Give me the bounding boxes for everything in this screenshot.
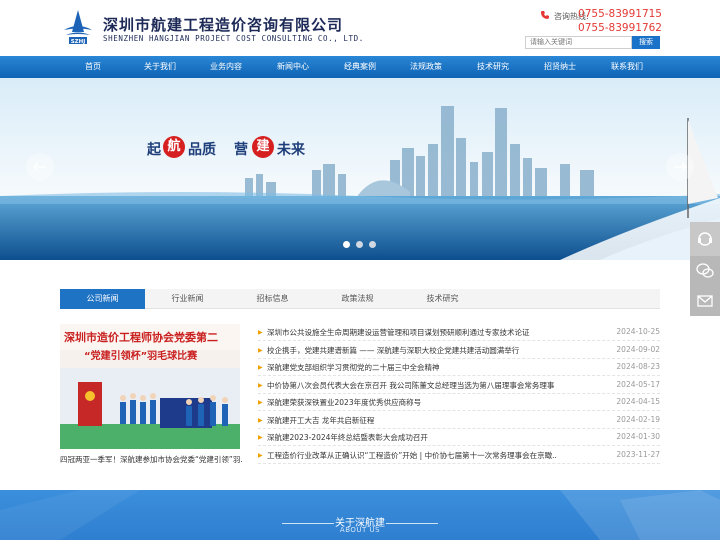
slogan-text-4: 未来 bbox=[277, 142, 305, 158]
news-title[interactable]: 深航建党支部组织学习贯彻党的二十届三中全会精神 bbox=[267, 362, 557, 373]
bullet-icon: ▶ bbox=[258, 329, 263, 336]
tab-policy[interactable]: 政策法规 bbox=[315, 289, 400, 309]
news-item[interactable]: ▶ 深航建开工大吉 龙年共启新征程 2024-02-19 bbox=[258, 412, 660, 429]
bullet-icon: ▶ bbox=[258, 399, 263, 406]
bullet-icon: ▶ bbox=[258, 364, 263, 371]
hotline: 咨询热线: 0755-83991715 0755-83991762 bbox=[540, 8, 662, 36]
news-date: 2024-04-15 bbox=[616, 397, 660, 406]
slide-dot-1[interactable] bbox=[343, 241, 350, 248]
news-item[interactable]: ▶ 工程造价行业改革从正确认识“工程造价”开始 | 中价协七届第十一次常务理事会… bbox=[258, 447, 660, 464]
nav-item-about[interactable]: 关于我们 bbox=[130, 56, 190, 78]
slogan-text-1: 起 bbox=[147, 142, 161, 158]
bullet-icon: ▶ bbox=[258, 451, 263, 459]
slide-dot-2[interactable] bbox=[356, 241, 363, 248]
nav-item-business[interactable]: 业务内容 bbox=[196, 56, 256, 78]
search-input[interactable] bbox=[525, 36, 632, 49]
headset-icon bbox=[698, 232, 712, 246]
news-item[interactable]: ▶ 深航建荣获深铁置业2023年度优秀供应商称号 2024-04-15 bbox=[258, 394, 660, 411]
photo-heading: 深圳市造价工程师协会党委第二 bbox=[64, 330, 218, 344]
news-title[interactable]: 深航建2023-2024年终总结暨表彰大会成功召开 bbox=[267, 432, 557, 443]
bullet-icon: ▶ bbox=[258, 346, 263, 354]
side-service-button[interactable] bbox=[690, 222, 720, 256]
news-tabs: 公司新闻 行业新闻 招标信息 政策法规 技术研究 bbox=[60, 289, 660, 309]
slogan-text-2: 品质 bbox=[188, 142, 216, 158]
news-date: 2023-11-27 bbox=[616, 449, 660, 459]
news-title[interactable]: 深航建开工大吉 龙年共启新征程 bbox=[267, 415, 557, 426]
mail-icon bbox=[697, 295, 713, 307]
photo-subheading: “党建引领杯”羽毛球比赛 bbox=[84, 349, 198, 362]
side-email-button[interactable] bbox=[690, 286, 720, 316]
search-button[interactable]: 搜索 bbox=[632, 36, 660, 49]
arrow-left-icon bbox=[32, 162, 46, 172]
company-name-cn: 深圳市航建工程造价咨询有限公司 bbox=[103, 16, 344, 34]
news-date: 2024-01-30 bbox=[616, 432, 660, 441]
slogan-text-3: 营 bbox=[234, 142, 248, 158]
about-subtitle: ABOUT US bbox=[339, 526, 381, 534]
news-item[interactable]: ▶ 深航建党支部组织学习贯彻党的二十届三中全会精神 2024-08-23 bbox=[258, 359, 660, 376]
news-date: 2024-08-23 bbox=[616, 362, 660, 371]
phone-number-2: 0755-83991762 bbox=[578, 22, 662, 34]
nav-item-careers[interactable]: 招贤纳士 bbox=[530, 56, 590, 78]
news-date: 2024-09-02 bbox=[616, 344, 660, 354]
news-date: 2024-02-19 bbox=[616, 414, 660, 424]
tab-research[interactable]: 技术研究 bbox=[400, 289, 485, 309]
banner-next-button[interactable] bbox=[666, 153, 694, 181]
news-date: 2024-10-25 bbox=[616, 327, 660, 336]
news-title[interactable]: 校企携手，党建共建谱新篇 —— 深航建与深职大校企党建共建活动圆满举行 bbox=[267, 345, 557, 356]
news-title[interactable]: 深航建荣获深铁置业2023年度优秀供应商称号 bbox=[267, 397, 557, 408]
bullet-icon: ▶ bbox=[258, 434, 263, 441]
tab-industry-news[interactable]: 行业新闻 bbox=[145, 289, 230, 309]
featured-news-image[interactable]: 深圳市造价工程师协会党委第二 “党建引领杯”羽毛球比赛 bbox=[60, 324, 240, 449]
wechat-icon bbox=[696, 263, 714, 278]
featured-news-caption[interactable]: 四冠两亚一季军！深航建参加市协会党委“党建引领”羽... bbox=[60, 454, 242, 465]
bullet-icon: ▶ bbox=[258, 416, 263, 424]
tab-tender-info[interactable]: 招标信息 bbox=[230, 289, 315, 309]
about-section: 关于深航建 ABOUT US bbox=[0, 490, 720, 540]
arrow-right-icon bbox=[674, 162, 688, 172]
nav-item-cases[interactable]: 经典案例 bbox=[330, 56, 390, 78]
event-photo: 深圳市造价工程师协会党委第二 “党建引领杯”羽毛球比赛 bbox=[60, 324, 240, 449]
tab-company-news[interactable]: 公司新闻 bbox=[60, 289, 145, 309]
news-title[interactable]: 深圳市公共设施全生命周期建设运营管理和项目谋划预研顺利通过专家技术论证 bbox=[267, 327, 557, 338]
company-name-en: SHENZHEN HANGJIAN PROJECT COST CONSULTIN… bbox=[103, 34, 364, 43]
nav-item-home[interactable]: 首页 bbox=[63, 56, 123, 78]
news-item[interactable]: ▶ 深圳市公共设施全生命周期建设运营管理和项目谋划预研顺利通过专家技术论证 20… bbox=[258, 324, 660, 341]
news-title[interactable]: 中价协第八次会员代表大会在京召开 我公司陈董文总经理当选为第八届理事会常务理事 bbox=[267, 380, 557, 391]
news-date: 2024-05-17 bbox=[616, 379, 660, 389]
slogan-highlight-1: 航 bbox=[163, 136, 185, 158]
slogan-highlight-2: 建 bbox=[252, 136, 274, 158]
company-logo[interactable]: SZHJ bbox=[60, 8, 96, 48]
logo-text: SZHJ bbox=[71, 39, 86, 45]
nav-item-policy[interactable]: 法规政策 bbox=[396, 56, 456, 78]
news-item[interactable]: ▶ 中价协第八次会员代表大会在京召开 我公司陈董文总经理当选为第八届理事会常务理… bbox=[258, 377, 660, 394]
slide-dot-3[interactable] bbox=[369, 241, 376, 248]
hero-banner[interactable]: 起 航 品质 营 建 未来 bbox=[0, 78, 720, 260]
main-nav: 首页 关于我们 业务内容 新闻中心 经典案例 法规政策 技术研究 招贤纳士 联系… bbox=[0, 56, 720, 78]
side-wechat-button[interactable] bbox=[690, 256, 720, 286]
site-header: SZHJ 深圳市航建工程造价咨询有限公司 SHENZHEN HANGJIAN P… bbox=[0, 0, 720, 56]
nav-item-research[interactable]: 技术研究 bbox=[463, 56, 523, 78]
banner-image bbox=[0, 78, 720, 260]
nav-item-contact[interactable]: 联系我们 bbox=[597, 56, 657, 78]
bullet-icon: ▶ bbox=[258, 381, 263, 389]
phone-icon bbox=[541, 11, 549, 19]
phone-number-1: 0755-83991715 bbox=[578, 8, 662, 20]
news-item[interactable]: ▶ 深航建2023-2024年终总结暨表彰大会成功召开 2024-01-30 bbox=[258, 429, 660, 446]
nav-item-news[interactable]: 新闻中心 bbox=[263, 56, 323, 78]
news-item[interactable]: ▶ 校企携手，党建共建谱新篇 —— 深航建与深职大校企党建共建活动圆满举行 20… bbox=[258, 342, 660, 359]
news-title[interactable]: 工程造价行业改革从正确认识“工程造价”开始 | 中价协七届第十一次常务理事会在京… bbox=[267, 450, 557, 461]
banner-prev-button[interactable] bbox=[26, 153, 54, 181]
